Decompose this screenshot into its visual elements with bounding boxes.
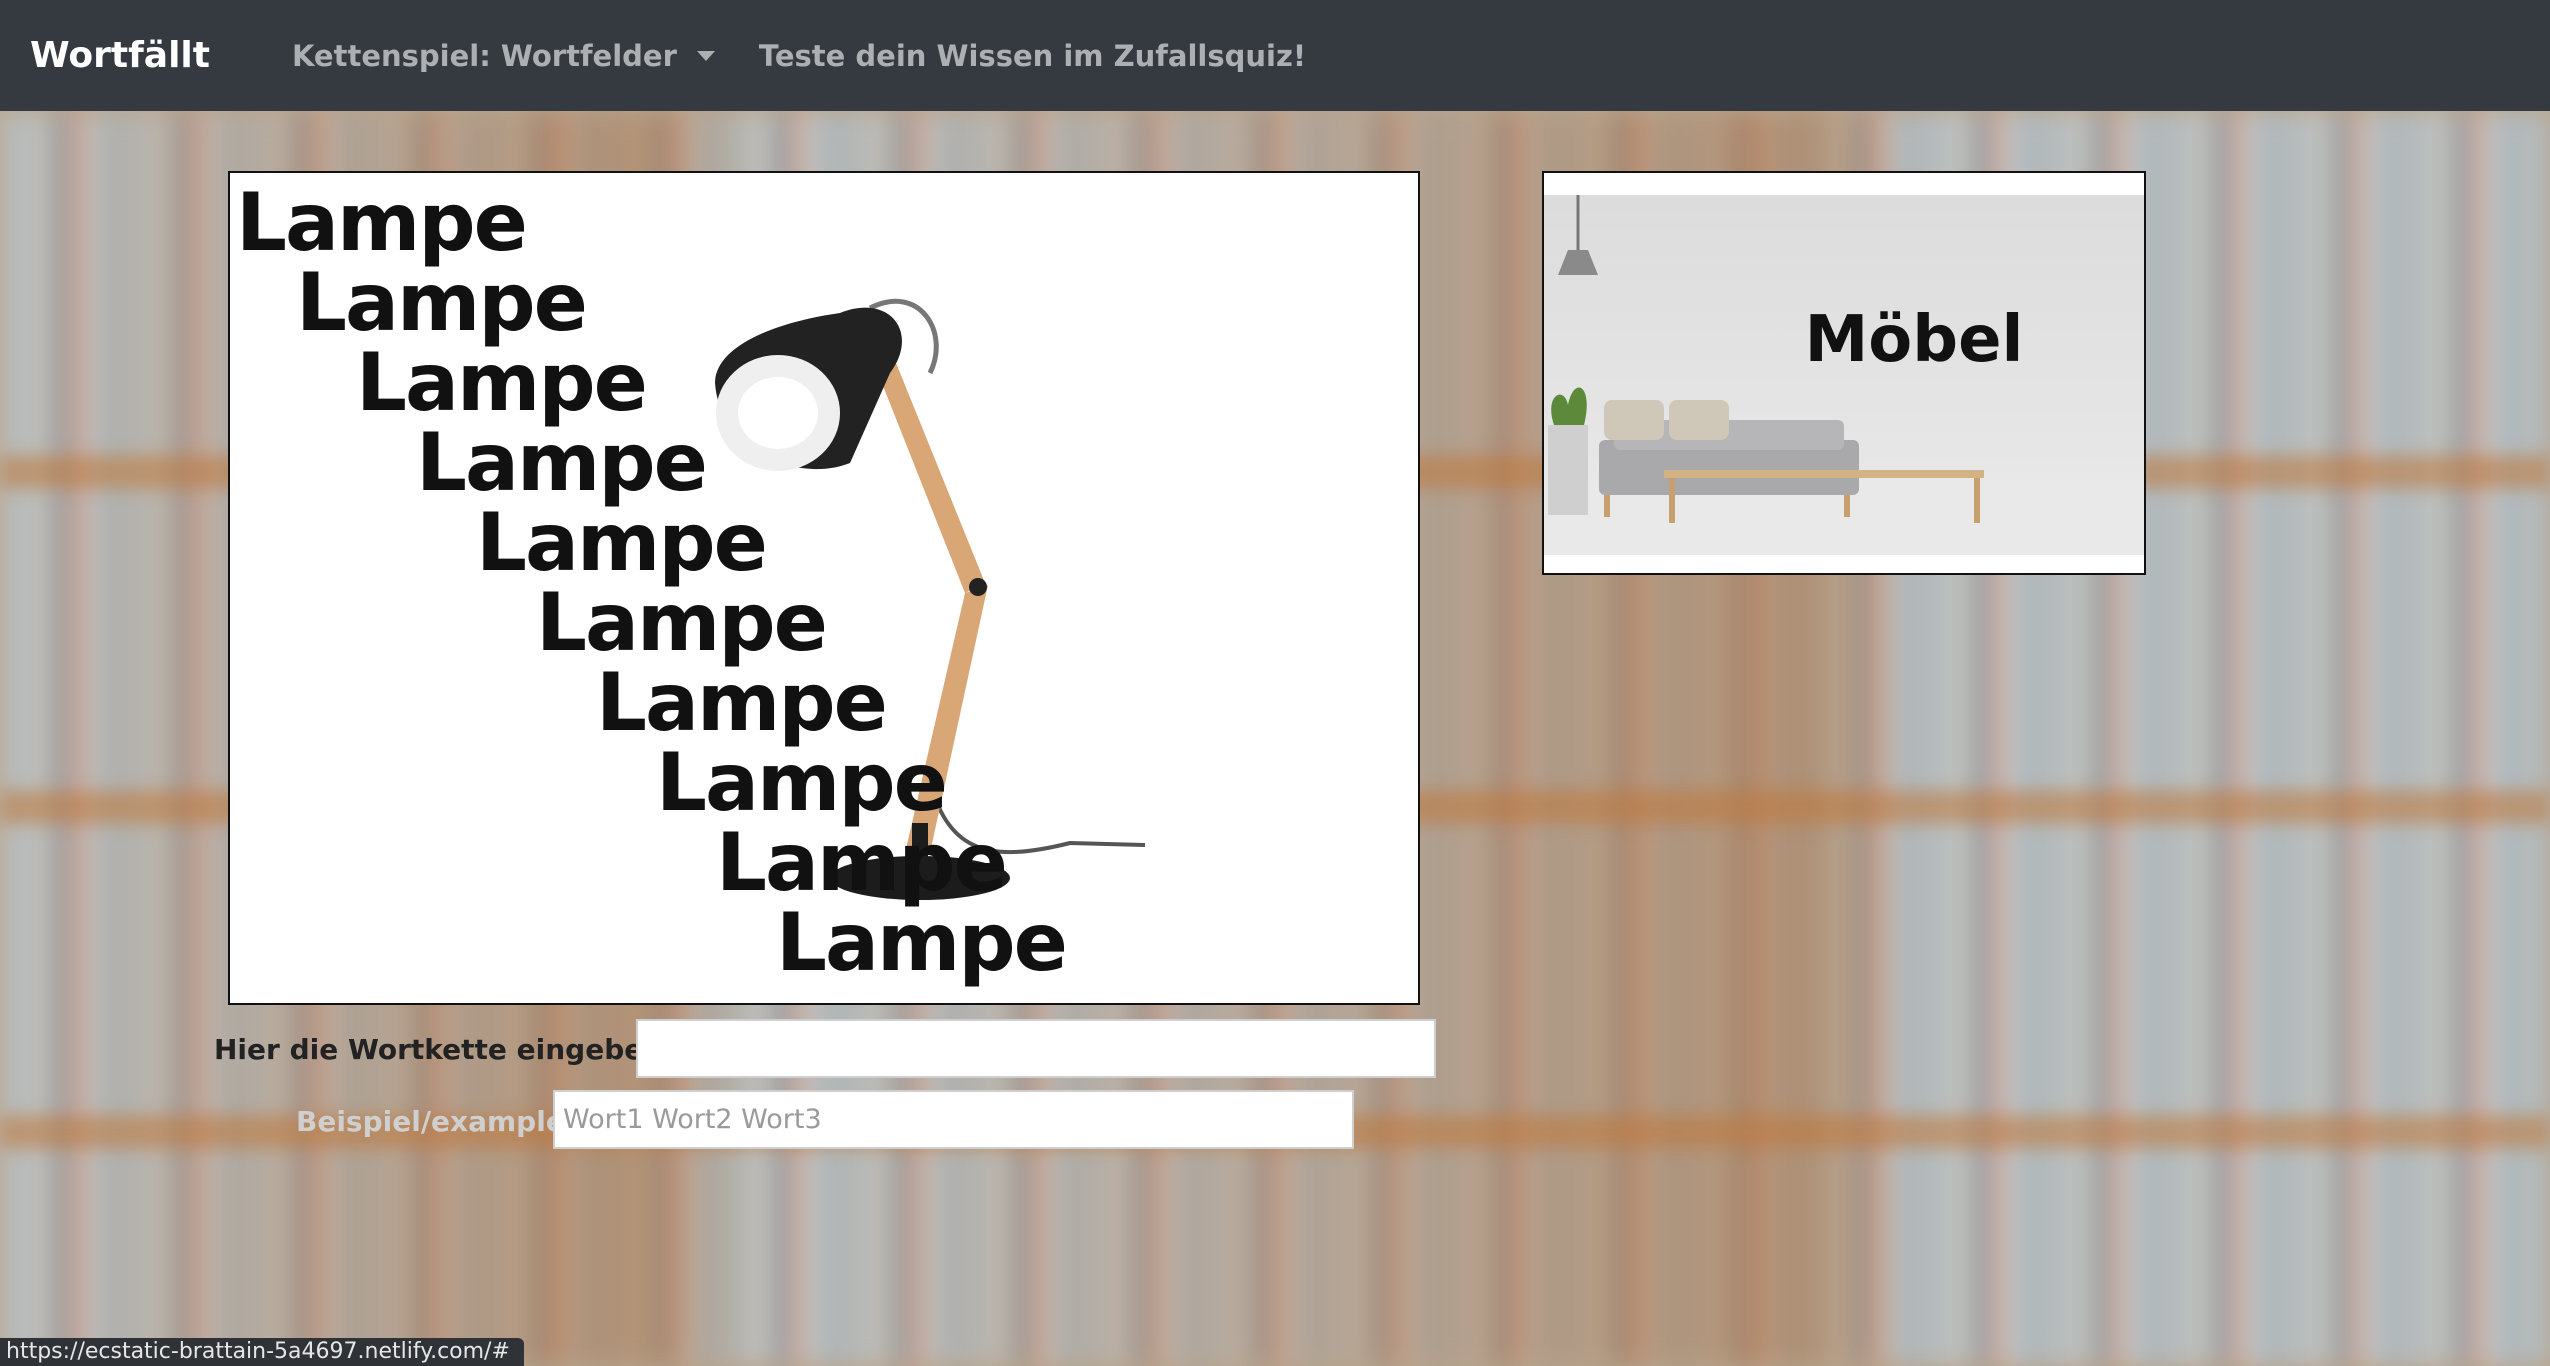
lampe-word: Lampe: [776, 896, 1068, 989]
lampe-word: Lampe: [416, 416, 708, 509]
example-label: Beispiel/example:: [296, 1105, 576, 1138]
moebel-image[interactable]: Möbel: [1542, 171, 2146, 575]
moebel-label: Möbel: [1804, 303, 2024, 377]
lampe-word: Lampe: [236, 176, 528, 269]
wortfelder-dropdown[interactable]: Kettenspiel: Wortfelder: [292, 39, 715, 73]
brand-link[interactable]: Wortfällt: [30, 35, 210, 76]
lampe-image: Lampe Lampe Lampe Lampe Lampe Lampe Lamp…: [228, 171, 1420, 1005]
lampe-word: Lampe: [356, 336, 648, 429]
lampe-word: Lampe: [596, 656, 888, 749]
example-input[interactable]: [553, 1090, 1354, 1149]
lampe-word: Lampe: [656, 736, 948, 829]
lampe-word: Lampe: [296, 256, 588, 349]
lampe-word: Lampe: [716, 816, 1008, 909]
dropdown-label: Kettenspiel: Wortfelder: [291, 38, 677, 73]
chain-input-label: Hier die Wortkette eingeben:: [214, 1033, 675, 1066]
quiz-link[interactable]: Teste dein Wissen im Zufallsquiz!: [759, 39, 1306, 73]
lampe-word: Lampe: [476, 496, 768, 589]
caret-down-icon: [696, 50, 715, 61]
chain-input[interactable]: [636, 1019, 1436, 1078]
status-url: https://ecstatic-brattain-5a4697.netlify…: [0, 1338, 524, 1366]
lampe-word: Lampe: [536, 576, 828, 669]
navbar: Wortfällt Kettenspiel: Wortfelder Teste …: [0, 0, 2550, 111]
